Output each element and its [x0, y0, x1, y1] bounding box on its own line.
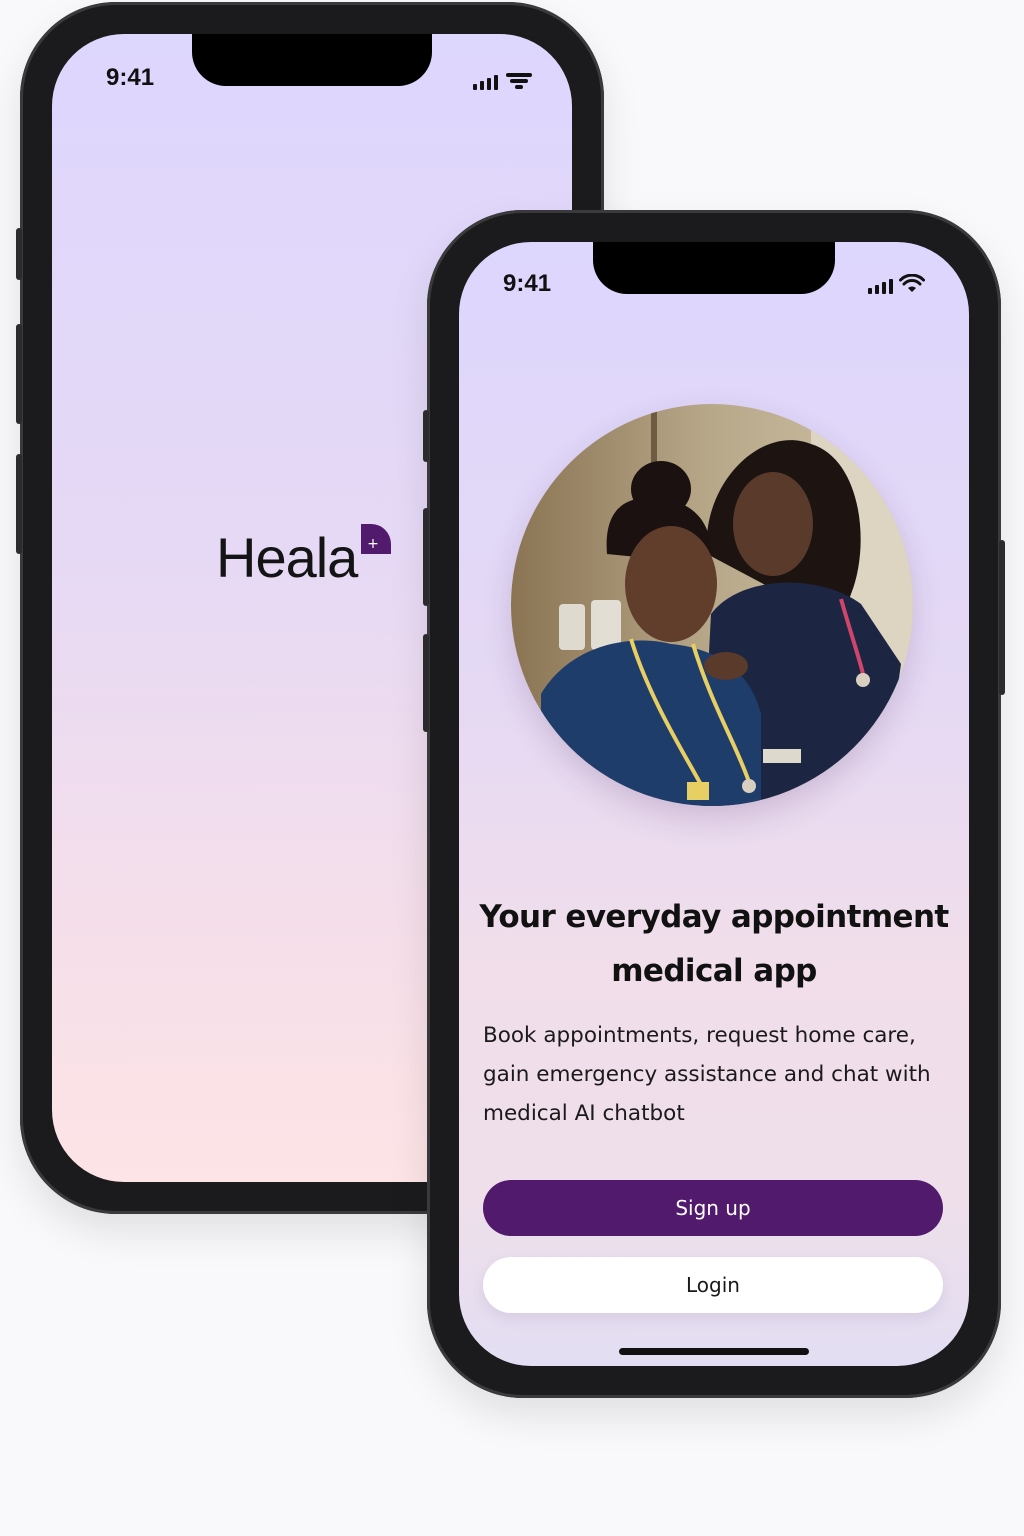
- wifi-icon: [899, 274, 925, 292]
- onboarding-screen: 9:41 Your everyday appointment medical a…: [459, 242, 969, 1366]
- status-time: 9:41: [106, 64, 155, 91]
- volume-up-button: [16, 324, 22, 424]
- sign-up-button[interactable]: Sign up: [483, 1180, 943, 1236]
- cellular-signal-icon: [473, 74, 498, 90]
- power-button: [999, 540, 1005, 695]
- plus-badge-icon: +: [361, 524, 392, 554]
- wifi-icon: [506, 73, 532, 89]
- status-icons: [868, 274, 925, 294]
- notch: [192, 34, 432, 86]
- status-icons: [473, 72, 534, 90]
- volume-down-button: [423, 634, 429, 732]
- svg-text:+: +: [367, 536, 379, 552]
- hero-photo: [511, 404, 913, 806]
- heala-logo: Heala +: [216, 524, 392, 589]
- onboarding-phone: 9:41 Your everyday appointment medical a…: [423, 210, 1005, 1398]
- description-text: Book appointments, request home care, ga…: [483, 1023, 931, 1126]
- headline: Your everyday appointment medical app: [479, 899, 949, 989]
- login-button[interactable]: Login: [483, 1257, 943, 1313]
- logo-wordmark: Heala: [216, 526, 358, 589]
- cellular-signal-icon: [868, 278, 893, 294]
- home-indicator[interactable]: [619, 1348, 809, 1355]
- mute-switch: [16, 228, 22, 280]
- notch: [593, 242, 835, 294]
- two-nurses-illustration: [511, 404, 913, 806]
- volume-up-button: [423, 508, 429, 606]
- mute-switch: [423, 410, 429, 462]
- volume-down-button: [16, 454, 22, 554]
- status-time: 9:41: [503, 270, 552, 297]
